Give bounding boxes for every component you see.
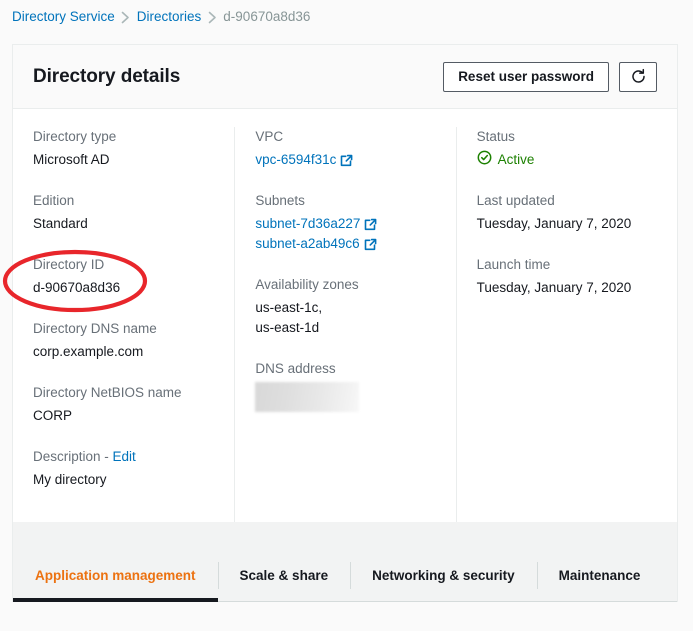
check-circle-icon: [477, 150, 492, 170]
field-value: My directory: [33, 470, 214, 490]
breadcrumb: Directory Service Directories d-90670a8d…: [12, 8, 310, 26]
field-dns-address: DNS address: [255, 359, 435, 412]
field-directory-type: Directory type Microsoft AD: [33, 127, 214, 170]
field-edition: Edition Standard: [33, 191, 214, 234]
description-label: Description -: [33, 449, 113, 464]
field-value: CORP: [33, 406, 214, 426]
vpc-link-label: vpc-6594f31c: [255, 150, 336, 170]
subnet-link-label: subnet-a2ab49c6: [255, 234, 359, 254]
field-label: Subnets: [255, 191, 435, 211]
card-header: Directory details Reset user password: [13, 45, 677, 109]
refresh-icon: [630, 68, 647, 85]
page-title: Directory details: [33, 66, 180, 88]
directory-details-page: Directory Service Directories d-90670a8d…: [0, 0, 693, 631]
field-label: DNS address: [255, 359, 435, 379]
field-directory-dns-name: Directory DNS name corp.example.com: [33, 319, 214, 362]
field-availability-zones: Availability zones us-east-1c, us-east-1…: [255, 275, 435, 338]
availability-zone-value: us-east-1d: [255, 318, 435, 338]
field-label: Last updated: [477, 191, 657, 211]
details-column-2: VPC vpc-6594f31c Subnets: [234, 127, 455, 522]
breadcrumb-item-directories[interactable]: Directories: [137, 8, 202, 26]
field-value: Microsoft AD: [33, 150, 214, 170]
field-value: corp.example.com: [33, 342, 214, 362]
details-column-1: Directory type Microsoft AD Edition Stan…: [13, 127, 234, 522]
field-launch-time: Launch time Tuesday, January 7, 2020: [477, 255, 657, 298]
field-subnets: Subnets subnet-7d36a227: [255, 191, 435, 254]
header-actions: Reset user password: [443, 62, 657, 92]
status-badge: Active: [477, 150, 657, 170]
refresh-button[interactable]: [619, 62, 657, 92]
tab-bar-container: Application management Scale & share Net…: [12, 522, 678, 602]
field-label: Directory DNS name: [33, 319, 214, 339]
subnet-link[interactable]: subnet-7d36a227: [255, 214, 377, 234]
field-value: Tuesday, January 7, 2020: [477, 214, 657, 234]
field-label: Status: [477, 127, 657, 147]
status-label: Active: [498, 150, 535, 170]
external-link-icon: [364, 218, 377, 231]
dns-address-redacted: [255, 382, 359, 412]
tab-networking-and-security[interactable]: Networking & security: [350, 550, 537, 601]
field-label: Directory NetBIOS name: [33, 383, 214, 403]
subnet-list: subnet-7d36a227 subnet-a2a: [255, 214, 435, 254]
field-value: d-90670a8d36: [33, 278, 214, 298]
tab-bar: Application management Scale & share Net…: [13, 550, 677, 602]
external-link-icon: [340, 154, 353, 167]
breadcrumb-item-current: d-90670a8d36: [223, 8, 310, 26]
field-last-updated: Last updated Tuesday, January 7, 2020: [477, 191, 657, 234]
subnet-link[interactable]: subnet-a2ab49c6: [255, 234, 376, 254]
directory-details-card: Directory details Reset user password: [12, 44, 678, 522]
field-value: Tuesday, January 7, 2020: [477, 278, 657, 298]
field-vpc: VPC vpc-6594f31c: [255, 127, 435, 170]
tab-maintenance[interactable]: Maintenance: [537, 550, 663, 601]
field-directory-id: Directory ID d-90670a8d36: [33, 255, 214, 298]
field-label: Edition: [33, 191, 214, 211]
chevron-right-icon: [115, 11, 137, 24]
chevron-right-icon: [201, 11, 223, 24]
vpc-link[interactable]: vpc-6594f31c: [255, 150, 353, 170]
reset-user-password-button[interactable]: Reset user password: [443, 62, 609, 92]
edit-description-link[interactable]: Edit: [113, 449, 136, 464]
details-column-3: Status Active Last updated Tuesday, Ja: [456, 127, 677, 522]
field-directory-netbios-name: Directory NetBIOS name CORP: [33, 383, 214, 426]
breadcrumb-item-directory-service[interactable]: Directory Service: [12, 8, 115, 26]
availability-zone-list: us-east-1c, us-east-1d: [255, 298, 435, 338]
field-label: Directory ID: [33, 255, 214, 275]
field-label: Directory type: [33, 127, 214, 147]
tab-application-management[interactable]: Application management: [13, 550, 218, 601]
external-link-icon: [364, 238, 377, 251]
field-label: Description - Edit: [33, 447, 214, 467]
availability-zone-value: us-east-1c,: [255, 298, 435, 318]
tab-scale-and-share[interactable]: Scale & share: [218, 550, 351, 601]
field-label: VPC: [255, 127, 435, 147]
field-label: Launch time: [477, 255, 657, 275]
subnet-link-label: subnet-7d36a227: [255, 214, 360, 234]
field-status: Status Active: [477, 127, 657, 170]
field-value: Standard: [33, 214, 214, 234]
details-grid: Directory type Microsoft AD Edition Stan…: [13, 109, 677, 522]
field-description: Description - Edit My directory: [33, 447, 214, 490]
field-label: Availability zones: [255, 275, 435, 295]
